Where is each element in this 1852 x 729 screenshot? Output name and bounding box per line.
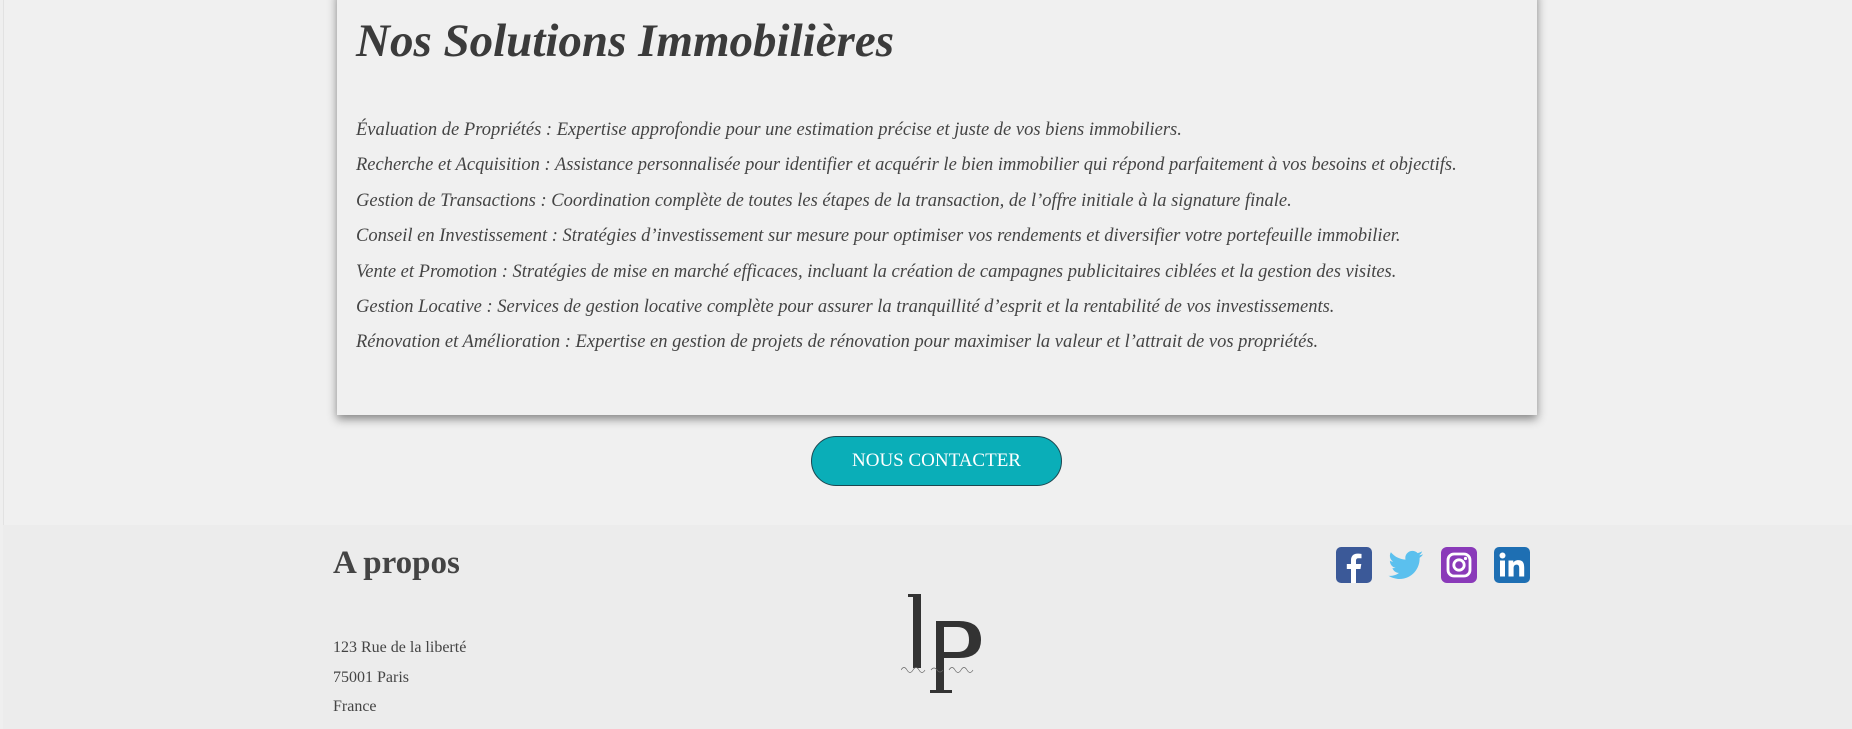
services-list: Évaluation de Propriétés : Expertise app…	[356, 113, 1457, 361]
solutions-title: Nos Solutions Immobilières	[356, 15, 894, 67]
service-item-investissement: Conseil en Investissement : Stratégies d…	[356, 226, 1401, 247]
linkedin-icon[interactable]	[1494, 547, 1530, 583]
address-country: France	[333, 698, 377, 715]
footer: A propos 123 Rue de la liberté 75001 Par…	[3, 525, 1852, 729]
address-street: 123 Rue de la liberté	[333, 639, 467, 656]
service-item-evaluation: Évaluation de Propriétés : Expertise app…	[356, 120, 1182, 140]
service-item-vente: Vente et Promotion : Stratégies de mise …	[356, 261, 1397, 282]
service-item-transactions: Gestion de Transactions : Coordination c…	[356, 190, 1292, 211]
service-item-recherche: Recherche et Acquisition : Assistance pe…	[356, 155, 1457, 176]
address-city: 75001 Paris	[333, 668, 409, 686]
page: Nos Solutions Immobilières Évaluation de…	[0, 0, 1852, 729]
twitter-icon[interactable]	[1388, 547, 1424, 583]
facebook-icon[interactable]	[1336, 547, 1372, 583]
solutions-card: Nos Solutions Immobilières Évaluation de…	[337, 0, 1537, 415]
contact-button[interactable]: NOUS CONTACTER	[811, 436, 1062, 486]
about-title: A propos	[333, 545, 460, 581]
company-logo	[901, 594, 981, 693]
service-item-renovation: Rénovation et Amélioration : Expertise e…	[356, 332, 1319, 353]
main-content: Nos Solutions Immobilières Évaluation de…	[3, 0, 1852, 525]
instagram-icon[interactable]	[1441, 547, 1477, 583]
address-block: 123 Rue de la liberté 75001 Paris France	[333, 633, 466, 722]
service-item-locative: Gestion Locative : Services de gestion l…	[356, 296, 1335, 317]
